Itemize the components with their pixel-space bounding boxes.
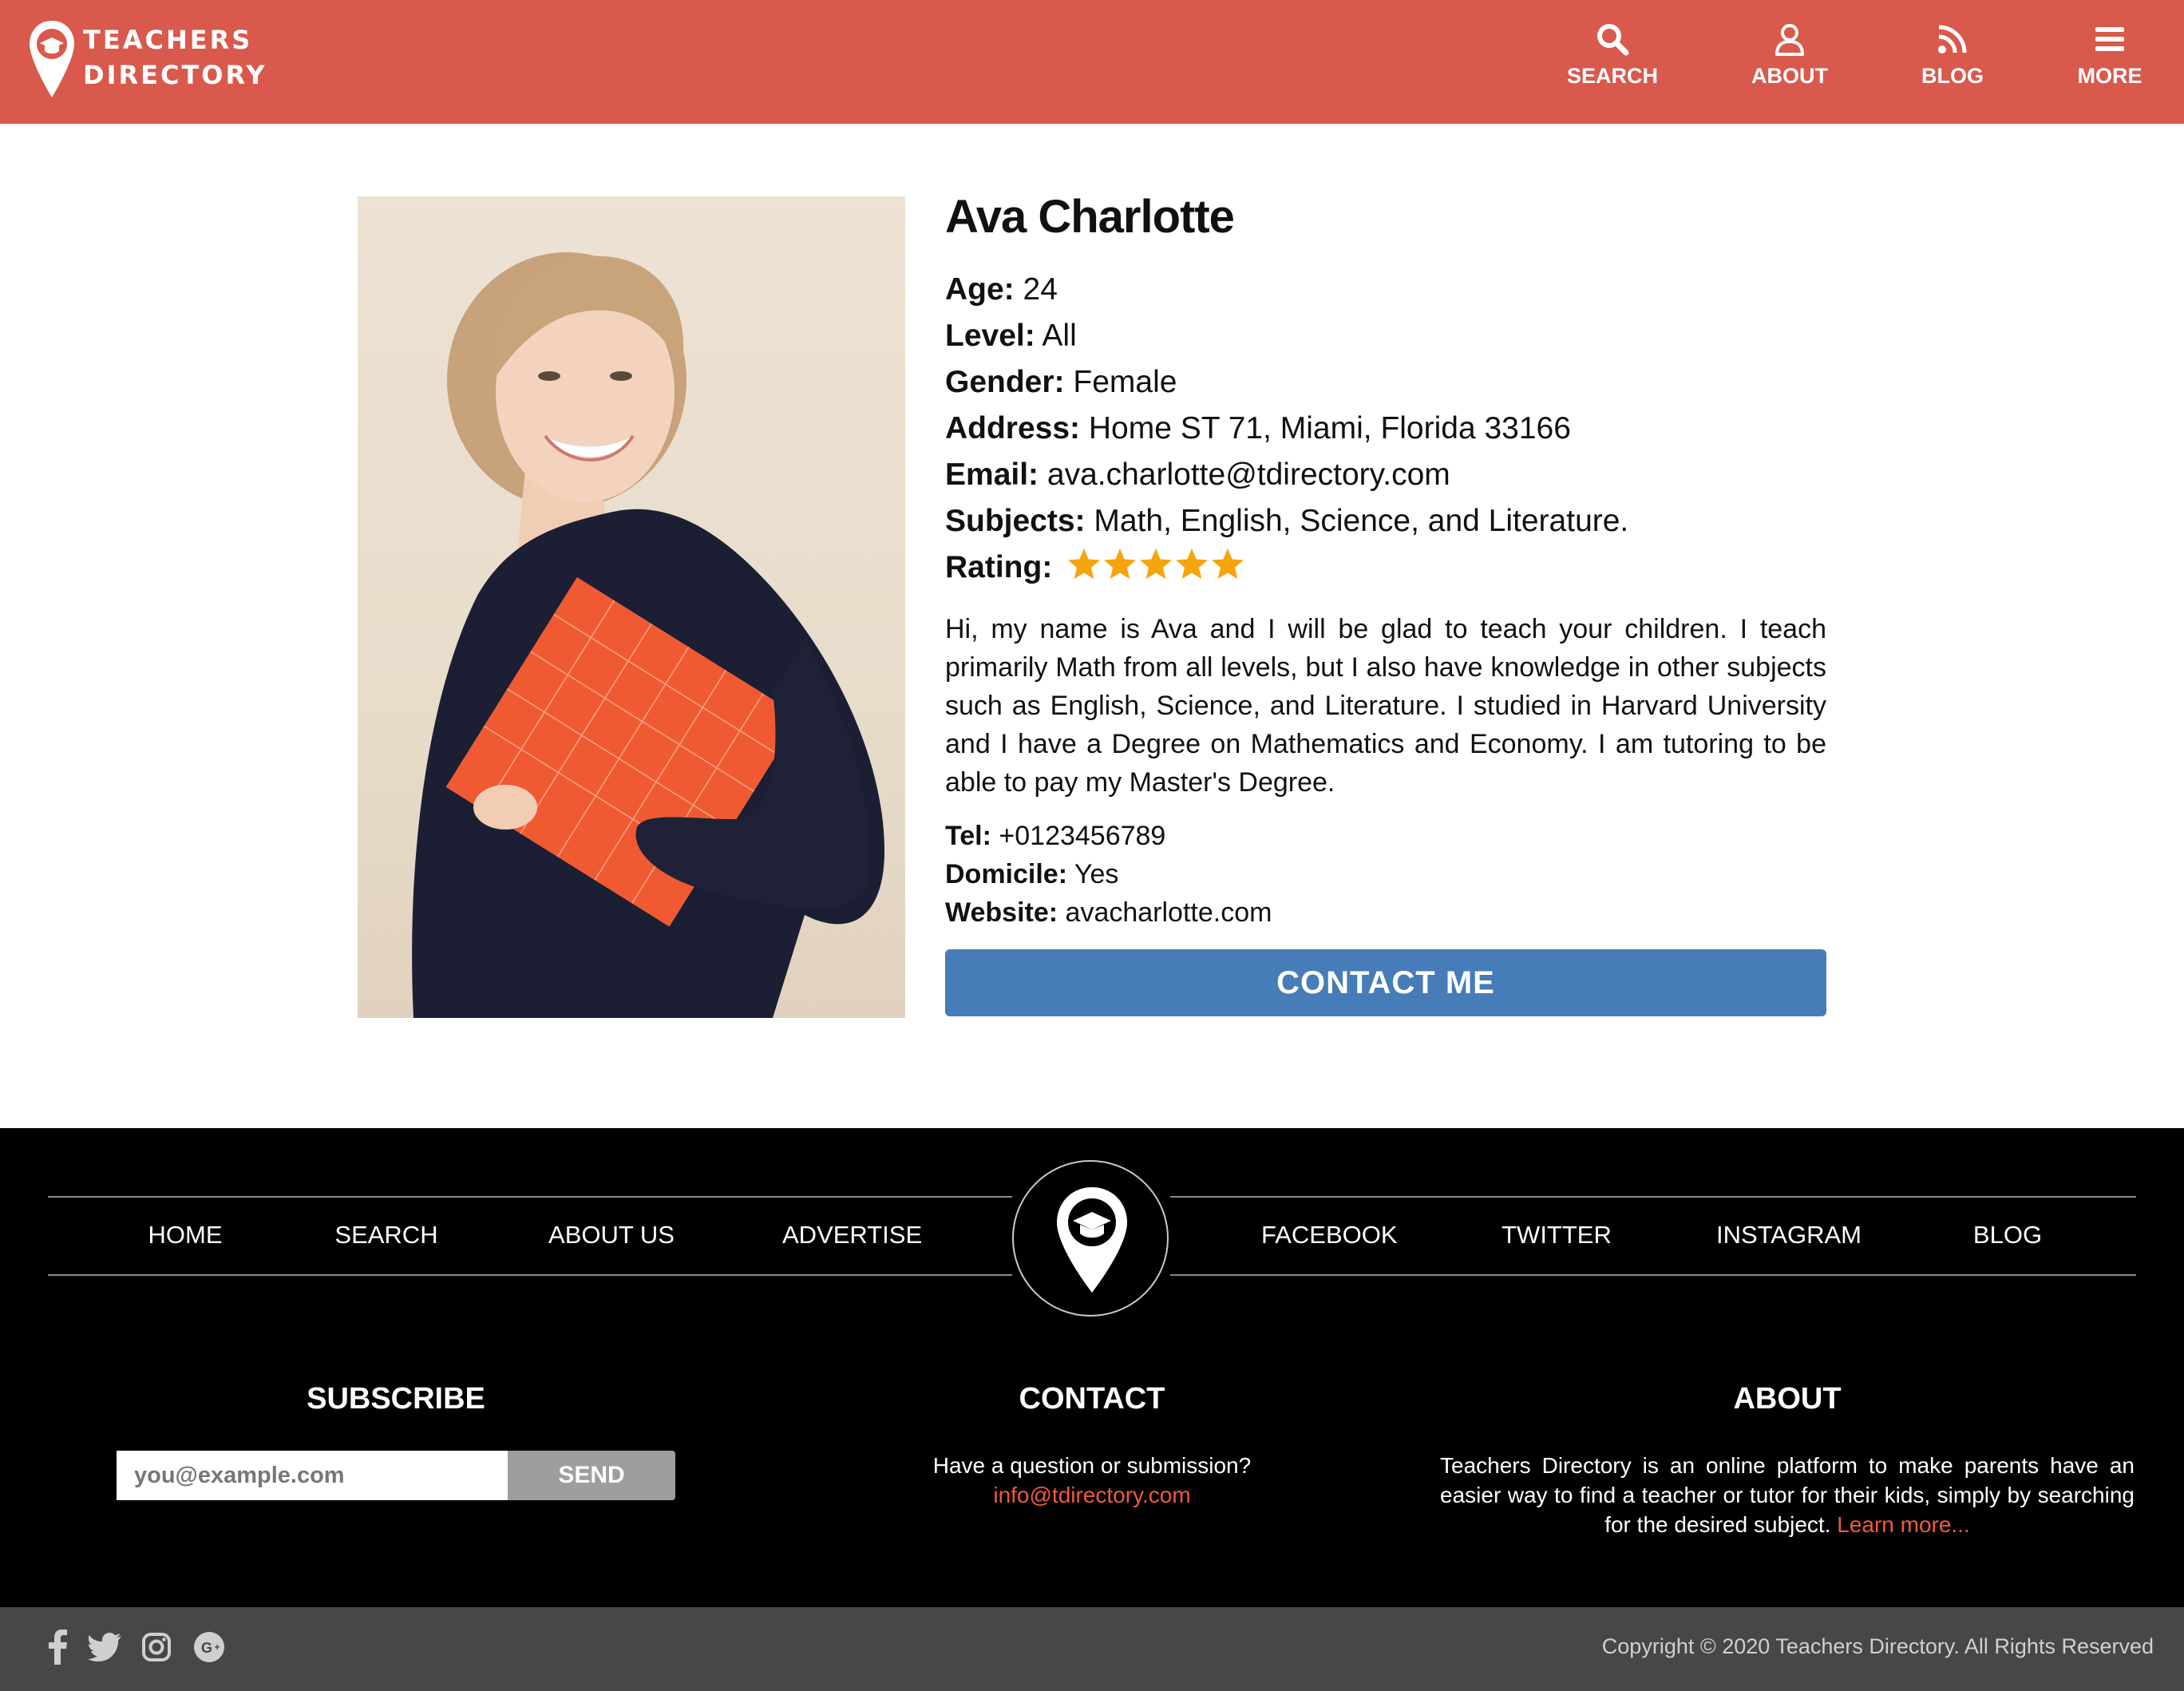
field-rating: Rating: — [945, 545, 1828, 596]
profile-fields: Age: 24 Level: All Gender: Female Addres… — [945, 267, 1828, 596]
footer-divider-bottom-left — [48, 1274, 1012, 1276]
field-tel-label: Tel: — [945, 821, 991, 851]
footer-link-instagram[interactable]: INSTAGRAM — [1716, 1219, 1862, 1251]
rss-icon — [1938, 25, 1967, 53]
field-subjects-label: Subjects: — [945, 504, 1086, 538]
user-icon — [1775, 24, 1804, 56]
rating-stars — [1067, 548, 1247, 596]
star-icon — [1212, 548, 1244, 579]
contact-text: Have a question or submission? info@tdir… — [853, 1451, 1331, 1510]
subscribe-send-button[interactable]: SEND — [508, 1451, 675, 1500]
field-address-label: Address: — [945, 411, 1081, 446]
field-website-value: avacharlotte.com — [1065, 897, 1272, 928]
facebook-icon[interactable] — [46, 1630, 69, 1665]
field-domicile-value: Yes — [1074, 859, 1119, 889]
subscribe-title: SUBSCRIBE — [307, 1382, 485, 1416]
nav-more-label: MORE — [2077, 64, 2142, 88]
footer-link-home[interactable]: HOME — [137, 1219, 233, 1251]
logo-line-1: TEACHERS — [83, 25, 253, 55]
field-email-label: Email: — [945, 457, 1039, 492]
top-navbar: TEACHERS DIRECTORY SEARCH ABOUT BLOG MOR… — [0, 0, 2184, 124]
field-website-label: Website: — [945, 897, 1058, 928]
svg-text:G: G — [201, 1640, 212, 1656]
about-text: Teachers Directory is an online platform… — [1440, 1451, 2135, 1539]
star-icon — [1104, 548, 1137, 579]
about-description: Teachers Directory is an online platform… — [1440, 1453, 2135, 1537]
star-icon — [1068, 548, 1101, 579]
contact-title: CONTACT — [1019, 1382, 1165, 1416]
field-gender: Gender: Female — [945, 359, 1828, 406]
teacher-bio: Hi, my name is Ava and I will be glad to… — [945, 614, 1826, 798]
star-icon — [1140, 548, 1173, 579]
field-email: Email: ava.charlotte@tdirectory.com — [945, 452, 1828, 498]
bottom-bar: G + Copyright © 2020 Teachers Directory.… — [0, 1607, 2184, 1691]
contact-details: Tel: +0123456789 Domicile: Yes Website: … — [945, 817, 1826, 932]
field-level-label: Level: — [945, 319, 1035, 353]
footer-link-facebook[interactable]: FACEBOOK — [1261, 1219, 1398, 1251]
learn-more-link[interactable]: Learn more... — [1837, 1512, 1970, 1537]
star-icon — [1176, 548, 1209, 579]
logo-text: TEACHERS DIRECTORY — [83, 22, 267, 93]
footer-link-search[interactable]: SEARCH — [330, 1219, 442, 1251]
nav-about[interactable]: ABOUT — [1742, 22, 1838, 102]
footer-link-about-us[interactable]: ABOUT US — [548, 1219, 675, 1251]
contact-question: Have a question or submission? — [932, 1453, 1252, 1478]
twitter-icon[interactable] — [88, 1633, 121, 1661]
teacher-name: Ava Charlotte — [945, 191, 1235, 243]
location-pin-logo-icon — [1057, 1187, 1127, 1293]
menu-icon — [2095, 27, 2124, 51]
field-domicile: Domicile: Yes — [945, 855, 1826, 893]
nav-blog-label: BLOG — [1921, 64, 1984, 88]
field-rating-label: Rating: — [945, 550, 1053, 584]
field-subjects-value: Math, English, Science, and Literature. — [1094, 504, 1629, 538]
footer: HOME SEARCH ABOUT US ADVERTISE FACEBOOK … — [0, 1128, 2184, 1607]
site-logo[interactable]: TEACHERS DIRECTORY — [27, 18, 267, 105]
field-age-label: Age: — [945, 272, 1015, 307]
field-website: Website: avacharlotte.com — [945, 893, 1826, 932]
contact-email-link[interactable]: info@tdirectory.com — [853, 1480, 1331, 1510]
field-age: Age: 24 — [945, 267, 1828, 313]
field-address: Address: Home ST 71, Miami, Florida 3316… — [945, 406, 1828, 452]
field-gender-label: Gender: — [945, 365, 1065, 399]
footer-divider-top-right — [1170, 1196, 2136, 1198]
footer-link-blog[interactable]: BLOG — [1964, 1219, 2051, 1251]
logo-line-2: DIRECTORY — [83, 60, 267, 90]
nav-search[interactable]: SEARCH — [1565, 22, 1660, 102]
field-gender-value: Female — [1073, 365, 1177, 399]
field-level-value: All — [1042, 319, 1077, 353]
footer-divider-top-left — [48, 1196, 1012, 1198]
field-subjects: Subjects: Math, English, Science, and Li… — [945, 498, 1828, 545]
nav-blog[interactable]: BLOG — [1913, 22, 1992, 102]
footer-link-twitter[interactable]: TWITTER — [1501, 1219, 1612, 1251]
google-plus-icon[interactable]: G + — [193, 1631, 225, 1663]
field-email-value: ava.charlotte@tdirectory.com — [1046, 457, 1450, 492]
location-pin-logo-icon — [30, 21, 74, 97]
footer-divider-bottom-right — [1170, 1274, 2136, 1276]
svg-text:+: + — [214, 1641, 220, 1653]
field-level: Level: All — [945, 313, 1828, 359]
field-address-value: Home ST 71, Miami, Florida 33166 — [1088, 411, 1571, 446]
field-domicile-label: Domicile: — [945, 859, 1068, 889]
field-tel-value: +0123456789 — [999, 821, 1166, 851]
field-age-value: 24 — [1023, 272, 1058, 307]
field-tel: Tel: +0123456789 — [945, 817, 1826, 855]
nav-more[interactable]: MORE — [2067, 22, 2152, 102]
contact-me-button[interactable]: CONTACT ME — [945, 949, 1826, 1016]
footer-logo-badge — [1012, 1160, 1169, 1317]
about-title: ABOUT — [1733, 1382, 1842, 1416]
footer-link-advertise[interactable]: ADVERTISE — [782, 1219, 922, 1251]
nav-about-label: ABOUT — [1751, 64, 1828, 88]
teacher-photo — [358, 196, 905, 1018]
copyright-text: Copyright © 2020 Teachers Directory. All… — [1601, 1634, 2154, 1658]
subscribe-email-input[interactable]: you@example.com — [117, 1451, 508, 1500]
instagram-icon[interactable] — [141, 1632, 172, 1662]
nav-search-label: SEARCH — [1566, 64, 1658, 88]
search-icon — [1597, 24, 1629, 56]
